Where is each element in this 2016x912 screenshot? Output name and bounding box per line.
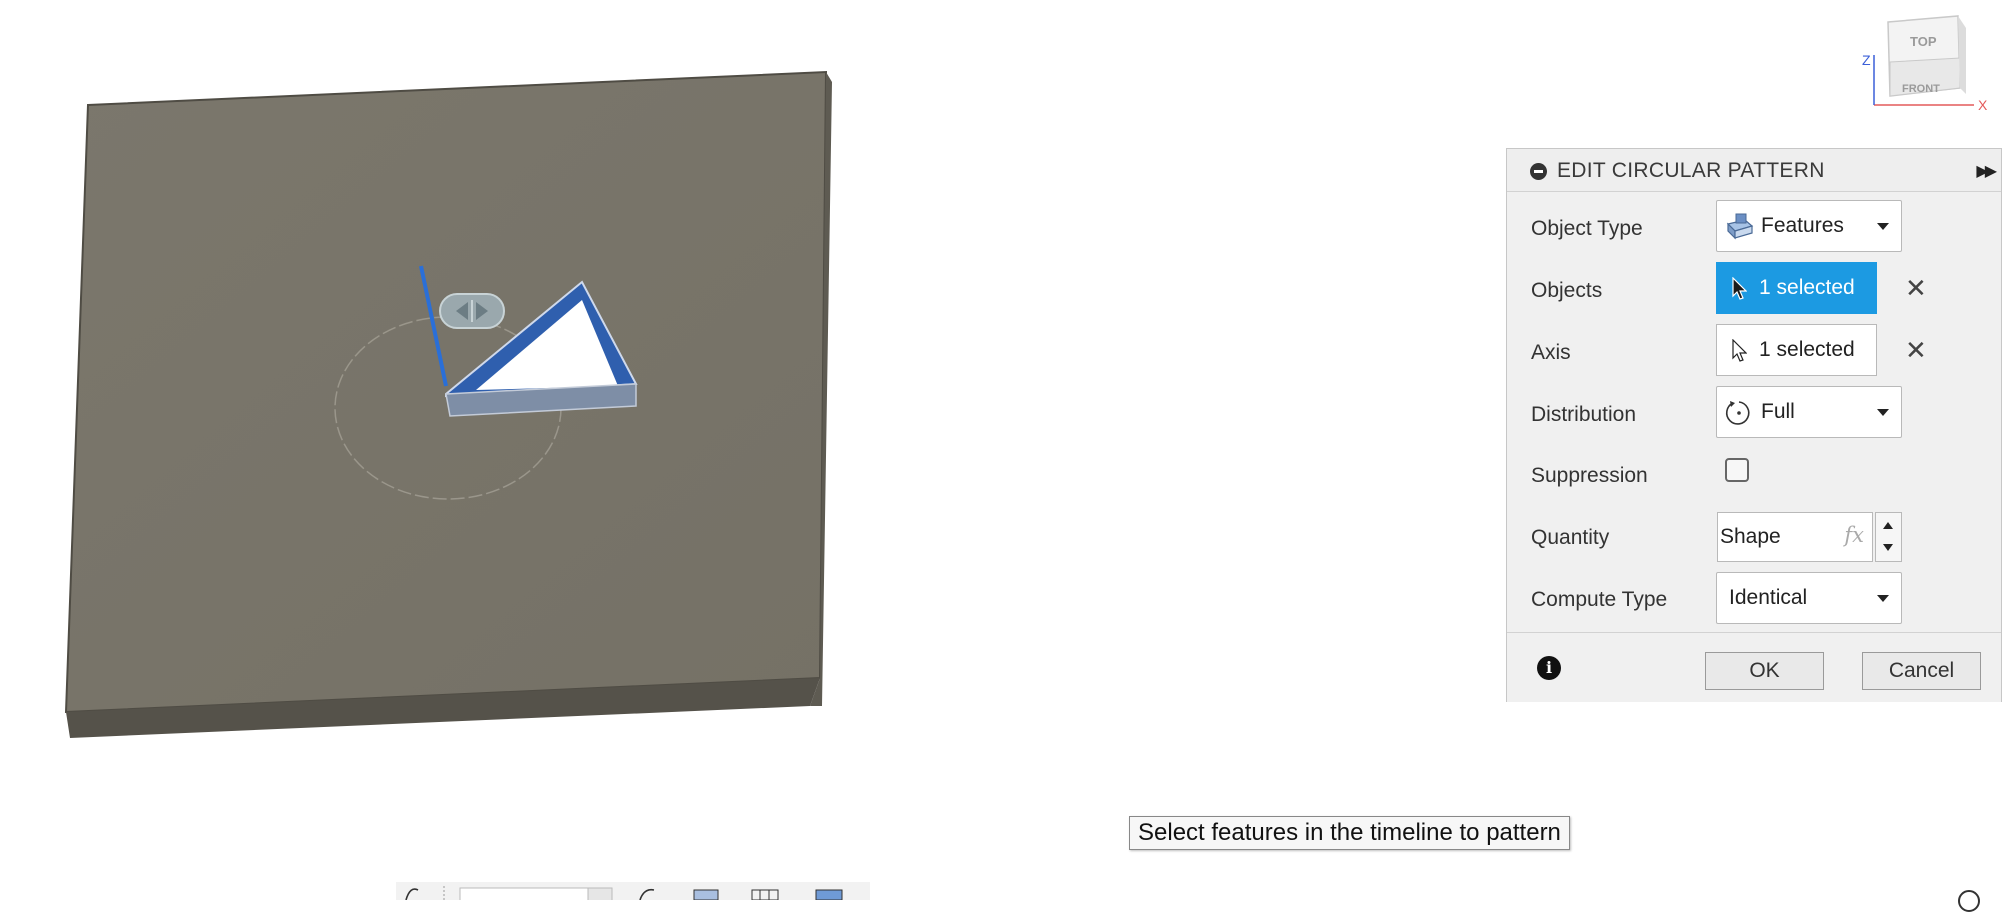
orbit-icon[interactable] bbox=[405, 888, 419, 900]
stepper-down-icon[interactable] bbox=[1883, 544, 1893, 551]
quantity-input[interactable]: Shape fx bbox=[1717, 512, 1873, 562]
axis-selection-value: 1 selected bbox=[1759, 338, 1855, 361]
collapse-icon[interactable] bbox=[1530, 163, 1547, 180]
objects-selection-value: 1 selected bbox=[1759, 276, 1855, 299]
features-cube-icon bbox=[1726, 213, 1754, 240]
fx-icon[interactable]: fx bbox=[1844, 523, 1864, 547]
objects-label: Objects bbox=[1531, 279, 1603, 302]
double-chevron-right-icon[interactable]: ▶▶ bbox=[1976, 161, 1997, 181]
info-icon[interactable]: i bbox=[1537, 656, 1561, 680]
axis-selection-button[interactable]: 1 selected bbox=[1716, 324, 1877, 376]
viewcube-front-label[interactable]: FRONT bbox=[1902, 83, 1940, 95]
direction-manipulator-icon[interactable] bbox=[439, 293, 505, 329]
compute-type-dropdown[interactable]: Identical bbox=[1716, 572, 1902, 624]
navigation-toolbar bbox=[396, 882, 870, 900]
chevron-down-icon bbox=[1877, 409, 1889, 416]
cursor-arrow-icon bbox=[1732, 339, 1747, 362]
display-settings-icon[interactable] bbox=[693, 889, 719, 900]
objects-selection-button[interactable]: 1 selected bbox=[1716, 262, 1877, 314]
clear-objects-close-icon[interactable]: ✕ bbox=[1905, 273, 1927, 304]
quantity-stepper[interactable] bbox=[1875, 512, 1902, 562]
fit-icon[interactable] bbox=[639, 888, 655, 900]
ok-button[interactable]: OK bbox=[1705, 652, 1824, 690]
clear-axis-close-icon[interactable]: ✕ bbox=[1905, 335, 1927, 366]
circular-distribution-icon bbox=[1726, 401, 1750, 425]
cancel-button[interactable]: Cancel bbox=[1862, 652, 1981, 690]
suppression-label: Suppression bbox=[1531, 464, 1648, 487]
axis-label: Axis bbox=[1531, 341, 1571, 364]
viewcube-top-label[interactable]: TOP bbox=[1910, 34, 1937, 49]
edit-circular-pattern-dialog: EDIT CIRCULAR PATTERN ▶▶ Object Type Fea… bbox=[1506, 148, 2002, 702]
stepper-up-icon[interactable] bbox=[1883, 522, 1893, 529]
x-axis-label: X bbox=[1978, 97, 1988, 113]
zoom-dropdown[interactable] bbox=[459, 887, 613, 900]
quantity-value: Shape bbox=[1720, 525, 1781, 548]
dialog-header[interactable]: EDIT CIRCULAR PATTERN ▶▶ bbox=[1507, 149, 2001, 192]
grid-icon[interactable] bbox=[751, 889, 779, 900]
chevron-down-icon bbox=[1877, 595, 1889, 602]
z-axis-label: Z bbox=[1862, 52, 1871, 68]
suppression-checkbox[interactable] bbox=[1725, 458, 1749, 482]
compute-type-label: Compute Type bbox=[1531, 588, 1668, 611]
dialog-footer: i OK Cancel bbox=[1507, 632, 2001, 702]
chevron-down-icon bbox=[1877, 223, 1889, 230]
compute-type-value: Identical bbox=[1729, 586, 1808, 609]
object-type-label: Object Type bbox=[1531, 217, 1643, 240]
notification-icon[interactable] bbox=[1958, 890, 1980, 912]
object-type-dropdown[interactable]: Features bbox=[1716, 200, 1902, 252]
quantity-label: Quantity bbox=[1531, 526, 1610, 549]
distribution-value: Full bbox=[1761, 400, 1795, 423]
status-tooltip: Select features in the timeline to patte… bbox=[1129, 816, 1570, 850]
cursor-arrow-icon bbox=[1732, 277, 1747, 300]
viewports-icon[interactable] bbox=[815, 889, 843, 900]
dialog-title: EDIT CIRCULAR PATTERN bbox=[1557, 159, 1825, 182]
viewcube[interactable]: TOP FRONT Z X bbox=[1862, 10, 1992, 120]
distribution-dropdown[interactable]: Full bbox=[1716, 386, 1902, 438]
object-type-value: Features bbox=[1761, 214, 1844, 237]
distribution-label: Distribution bbox=[1531, 403, 1637, 426]
